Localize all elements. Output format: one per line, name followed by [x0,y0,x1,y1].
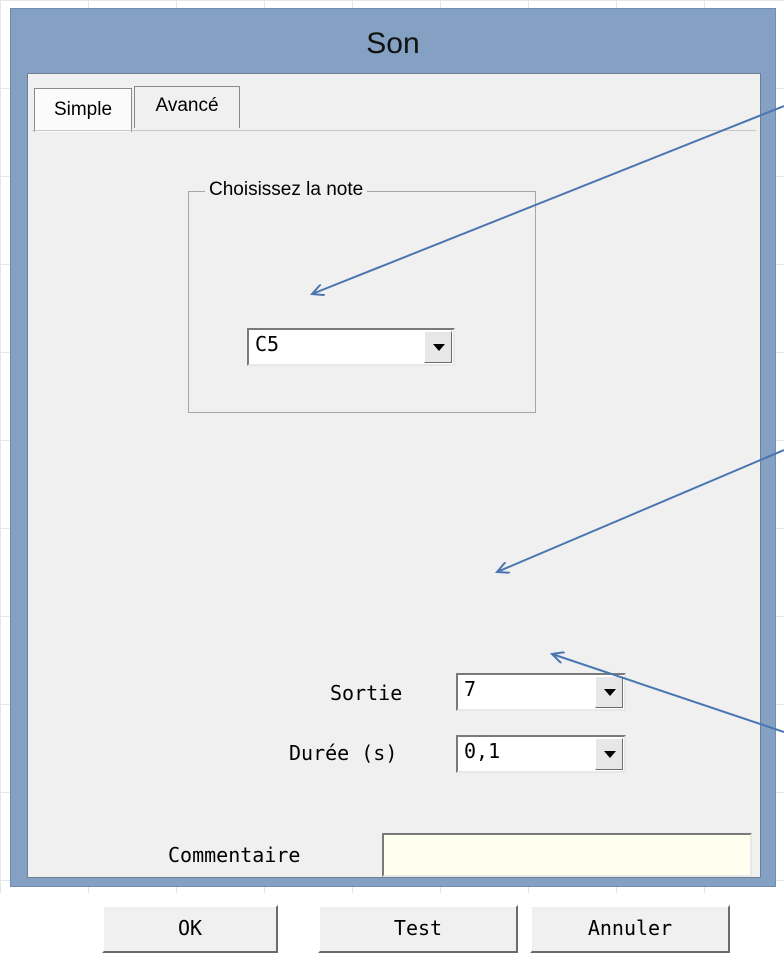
duree-label: Durée (s) [289,741,398,765]
chevron-down-icon[interactable] [595,738,623,770]
sortie-select[interactable]: 7 [456,673,626,711]
sortie-select-value: 7 [464,677,477,701]
annuler-button[interactable]: Annuler [530,905,730,953]
window-title: Son [366,27,420,60]
tab-simple[interactable]: Simple [34,88,132,132]
commentaire-field[interactable] [382,833,752,877]
tab-avance[interactable]: Avancé [134,86,240,128]
note-select-value: C5 [255,332,280,356]
chevron-down-icon[interactable] [595,676,623,708]
sortie-label: Sortie [330,681,403,705]
chevron-down-icon[interactable] [424,331,452,363]
note-groupbox: Choisissez la note C5 [188,179,536,413]
note-group-legend: Choisissez la note [205,179,368,201]
test-button[interactable]: Test [318,905,518,953]
tab-page-simple: Choisissez la note C5 Sortie 7 Durée (s)… [32,130,756,953]
duree-select[interactable]: 0,1 [456,735,626,773]
ok-button[interactable]: OK [102,905,278,953]
dialog-client-area: Simple Avancé Choisissez la note C5 Sort… [27,73,761,953]
commentaire-label: Commentaire [168,843,301,867]
note-select[interactable]: C5 [247,328,455,366]
duree-select-value: 0,1 [464,739,501,763]
son-dialog: Son Simple Avancé Choisissez la note C5 … [10,8,776,953]
